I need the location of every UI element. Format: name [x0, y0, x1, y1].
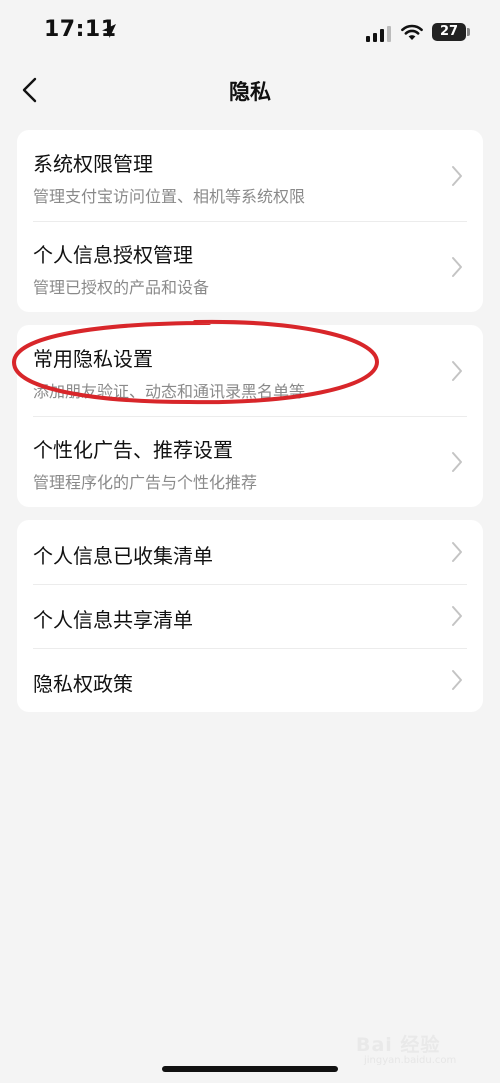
list-item-title: 隐私权政策	[33, 672, 133, 696]
list-item-title: 个人信息共享清单	[33, 608, 193, 632]
settings-group-system: 系统权限管理 管理支付宝访问位置、相机等系统权限 个人信息授权管理 管理已授权的…	[17, 130, 483, 312]
page-title: 隐私	[229, 80, 271, 104]
watermark-url: jingyan.baidu.com	[364, 1055, 457, 1066]
location-arrow-icon	[102, 24, 116, 38]
list-item-title: 个人信息授权管理	[33, 243, 193, 267]
list-item-collected-info[interactable]: 个人信息已收集清单	[17, 520, 483, 584]
list-item-ad-recommendation-settings[interactable]: 个性化广告、推荐设置 管理程序化的广告与个性化推荐	[17, 416, 483, 507]
list-item-subtitle: 管理支付宝访问位置、相机等系统权限	[33, 187, 306, 206]
list-item-system-permissions[interactable]: 系统权限管理 管理支付宝访问位置、相机等系统权限	[17, 130, 483, 221]
settings-group-lists: 个人信息已收集清单 个人信息共享清单 隐私权政策	[17, 520, 483, 712]
list-item-title: 系统权限管理	[33, 152, 153, 176]
nav-bar: 隐私	[0, 64, 500, 116]
battery-cap	[467, 28, 470, 36]
list-item-subtitle: 管理程序化的广告与个性化推荐	[33, 473, 258, 492]
chevron-right-icon	[452, 257, 462, 277]
battery-icon: 27	[432, 23, 466, 41]
home-indicator[interactable]	[162, 1066, 338, 1072]
list-item-title: 个性化广告、推荐设置	[33, 438, 233, 462]
list-item-title: 个人信息已收集清单	[33, 544, 213, 568]
chevron-right-icon	[452, 452, 462, 472]
status-bar: 17:11 27	[0, 0, 500, 64]
chevron-right-icon	[452, 670, 462, 690]
list-item-subtitle: 添加朋友验证、动态和通讯录黑名单等	[33, 382, 306, 401]
wifi-icon	[401, 24, 423, 40]
list-item-shared-info[interactable]: 个人信息共享清单	[17, 584, 483, 648]
watermark-logo: Bai 经验	[356, 1034, 441, 1056]
list-item-privacy-policy[interactable]: 隐私权政策	[17, 648, 483, 712]
list-item-subtitle: 管理已授权的产品和设备	[33, 278, 210, 297]
list-item-common-privacy-settings[interactable]: 常用隐私设置 添加朋友验证、动态和通讯录黑名单等	[17, 325, 483, 416]
chevron-right-icon	[452, 542, 462, 562]
list-item-title: 常用隐私设置	[33, 347, 153, 371]
chevron-right-icon	[452, 361, 462, 381]
cellular-signal-icon	[366, 26, 391, 42]
chevron-right-icon	[452, 166, 462, 186]
battery-level: 27	[439, 24, 459, 39]
settings-group-privacy: 常用隐私设置 添加朋友验证、动态和通讯录黑名单等 个性化广告、推荐设置 管理程序…	[17, 325, 483, 507]
list-item-info-authorization[interactable]: 个人信息授权管理 管理已授权的产品和设备	[17, 221, 483, 312]
chevron-right-icon	[452, 606, 462, 626]
